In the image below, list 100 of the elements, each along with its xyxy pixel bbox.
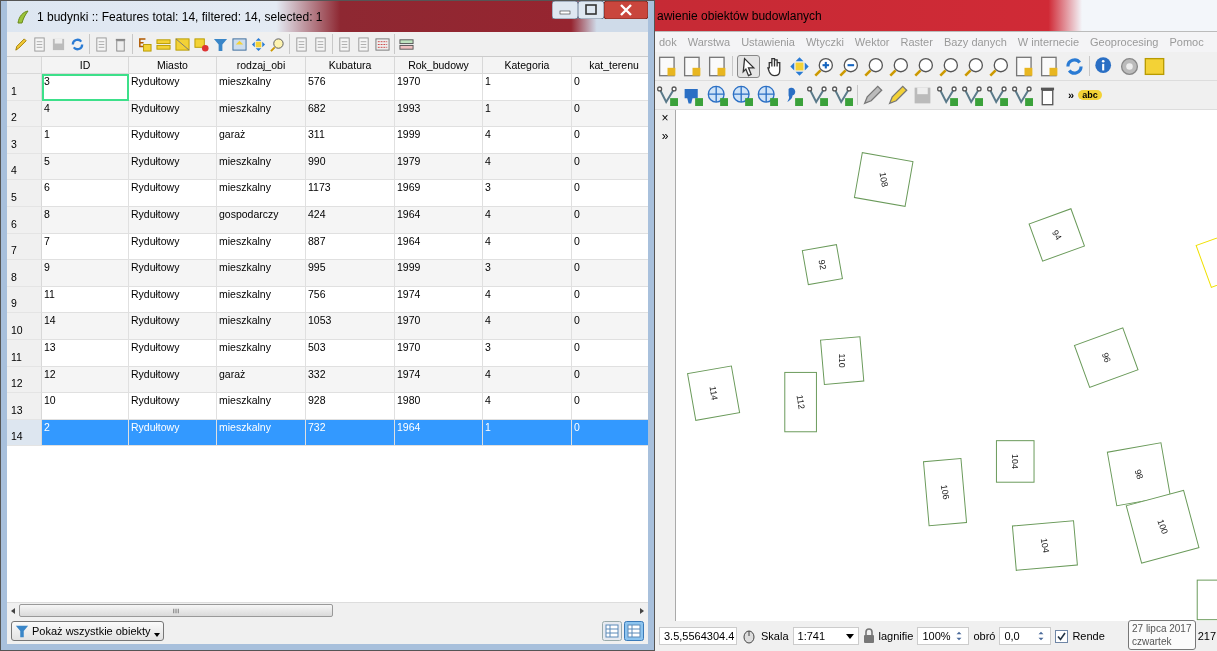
table-cell[interactable]: 0 bbox=[572, 74, 648, 101]
table-cell[interactable]: 311 bbox=[306, 127, 395, 154]
row-number[interactable]: 5 bbox=[7, 180, 42, 207]
table-cell[interactable]: 332 bbox=[306, 366, 395, 394]
table-cell[interactable]: mieszkalny bbox=[217, 339, 306, 367]
column-header[interactable]: kat_terenu bbox=[572, 57, 648, 74]
row-number[interactable]: 14 bbox=[7, 419, 42, 447]
table-cell[interactable]: 4 bbox=[42, 100, 129, 128]
table-cell[interactable]: 8 bbox=[42, 206, 129, 234]
table-cell[interactable]: 576 bbox=[306, 74, 395, 101]
table-cell[interactable]: 0 bbox=[572, 366, 648, 394]
table-cell[interactable]: 3 bbox=[42, 74, 129, 101]
table-cell[interactable]: 10 bbox=[42, 393, 129, 420]
table-cell[interactable]: mieszkalny bbox=[217, 153, 306, 181]
row-number[interactable]: 10 bbox=[7, 313, 42, 340]
table-cell[interactable]: 6 bbox=[42, 180, 129, 207]
row-number[interactable]: 9 bbox=[7, 286, 42, 314]
column-header[interactable]: ID bbox=[42, 57, 129, 74]
table-cell[interactable]: 682 bbox=[306, 100, 395, 128]
table-cell[interactable]: 1980 bbox=[395, 393, 483, 420]
table-cell[interactable]: 928 bbox=[306, 393, 395, 420]
table-cell[interactable]: 1173 bbox=[306, 180, 395, 207]
row-number[interactable]: 3 bbox=[7, 127, 42, 154]
table-cell[interactable]: 1979 bbox=[395, 153, 483, 181]
table-cell[interactable]: Rydułtowy bbox=[129, 100, 217, 128]
row-number[interactable]: 4 bbox=[7, 153, 42, 181]
column-header[interactable]: Kategoria bbox=[483, 57, 572, 74]
row-number[interactable]: 6 bbox=[7, 206, 42, 234]
scale-combo[interactable]: 1:741 bbox=[792, 627, 859, 645]
table-cell[interactable]: Rydułtowy bbox=[129, 180, 217, 207]
table-cell[interactable]: 0 bbox=[572, 260, 648, 287]
table-cell[interactable]: 1 bbox=[42, 127, 129, 154]
table-cell[interactable]: 1 bbox=[483, 100, 572, 128]
column-header[interactable]: rodzaj_obi bbox=[217, 57, 306, 74]
table-cell[interactable]: Rydułtowy bbox=[129, 366, 217, 394]
table-cell[interactable]: 0 bbox=[572, 339, 648, 367]
table-cell[interactable]: 4 bbox=[483, 127, 572, 154]
table-cell[interactable]: 4 bbox=[483, 366, 572, 394]
table-cell[interactable]: 1970 bbox=[395, 339, 483, 367]
expand-button[interactable]: » bbox=[661, 130, 669, 142]
table-cell[interactable]: 3 bbox=[483, 339, 572, 367]
table-cell[interactable]: 4 bbox=[483, 153, 572, 181]
table-cell[interactable]: mieszkalny bbox=[217, 393, 306, 420]
rotation-spinbox[interactable]: 0,0 bbox=[999, 627, 1052, 645]
table-cell[interactable]: 1969 bbox=[395, 180, 483, 207]
coordinates-field[interactable]: 3.5,5564304.4 bbox=[659, 627, 737, 645]
table-cell[interactable]: 13 bbox=[42, 339, 129, 367]
column-header[interactable]: Kubatura bbox=[306, 57, 395, 74]
row-number[interactable]: 11 bbox=[7, 339, 42, 367]
table-cell[interactable]: 4 bbox=[483, 206, 572, 234]
table-cell[interactable]: 424 bbox=[306, 206, 395, 234]
table-cell[interactable]: Rydułtowy bbox=[129, 313, 217, 340]
table-cell[interactable]: 12 bbox=[42, 366, 129, 394]
table-cell[interactable]: 1970 bbox=[395, 313, 483, 340]
table-cell[interactable]: 1970 bbox=[395, 74, 483, 101]
table-cell[interactable]: mieszkalny bbox=[217, 313, 306, 340]
table-cell[interactable]: Rydułtowy bbox=[129, 339, 217, 367]
table-cell[interactable]: 3 bbox=[483, 180, 572, 207]
table-cell[interactable]: 1993 bbox=[395, 100, 483, 128]
table-cell[interactable]: mieszkalny bbox=[217, 100, 306, 128]
table-cell[interactable]: 9 bbox=[42, 260, 129, 287]
table-cell[interactable]: 1974 bbox=[395, 366, 483, 394]
table-cell[interactable]: 1 bbox=[483, 74, 572, 101]
label-tool-button[interactable]: abc bbox=[1078, 90, 1102, 100]
table-cell[interactable]: 995 bbox=[306, 260, 395, 287]
table-cell[interactable]: 4 bbox=[483, 393, 572, 420]
map-canvas[interactable]: 108 94 92 110 96 114 112 104 98 106 100 104 bbox=[676, 110, 1217, 621]
table-cell[interactable]: 14 bbox=[42, 313, 129, 340]
table-cell[interactable]: 0 bbox=[572, 313, 648, 340]
table-cell[interactable]: garaż bbox=[217, 127, 306, 154]
table-cell[interactable]: 5 bbox=[42, 153, 129, 181]
table-cell[interactable]: 0 bbox=[572, 393, 648, 420]
table-cell[interactable]: 990 bbox=[306, 153, 395, 181]
row-number[interactable]: 1 bbox=[7, 74, 42, 101]
table-cell[interactable]: Rydułtowy bbox=[129, 153, 217, 181]
table-cell[interactable]: 1964 bbox=[395, 206, 483, 234]
row-number[interactable]: 2 bbox=[7, 100, 42, 128]
table-cell[interactable]: Rydułtowy bbox=[129, 393, 217, 420]
close-button[interactable]: × bbox=[661, 112, 669, 124]
filter-button[interactable]: Pokaż wszystkie obiekty bbox=[11, 621, 164, 641]
row-number[interactable]: 8 bbox=[7, 260, 42, 287]
table-cell[interactable]: 0 bbox=[572, 206, 648, 234]
table-cell[interactable]: mieszkalny bbox=[217, 260, 306, 287]
column-header[interactable]: Rok_budowy bbox=[395, 57, 483, 74]
table-cell[interactable]: Rydułtowy bbox=[129, 74, 217, 101]
table-cell[interactable]: mieszkalny bbox=[217, 74, 306, 101]
table-cell[interactable]: 4 bbox=[483, 313, 572, 340]
table-cell[interactable]: Rydułtowy bbox=[129, 127, 217, 154]
table-cell[interactable]: 503 bbox=[306, 339, 395, 367]
column-header[interactable]: Miasto bbox=[129, 57, 217, 74]
table-cell[interactable]: 1999 bbox=[395, 127, 483, 154]
table-cell[interactable]: 1999 bbox=[395, 260, 483, 287]
table-cell[interactable]: 1053 bbox=[306, 313, 395, 340]
table-cell[interactable]: garaż bbox=[217, 366, 306, 394]
magnifier-spinbox[interactable]: 100% bbox=[917, 627, 970, 645]
row-number[interactable]: 13 bbox=[7, 393, 42, 420]
toolbar-overflow-button[interactable]: » bbox=[1068, 89, 1075, 101]
table-cell[interactable]: 3 bbox=[483, 260, 572, 287]
table-cell[interactable]: 0 bbox=[572, 180, 648, 207]
table-cell[interactable]: 0 bbox=[572, 153, 648, 181]
